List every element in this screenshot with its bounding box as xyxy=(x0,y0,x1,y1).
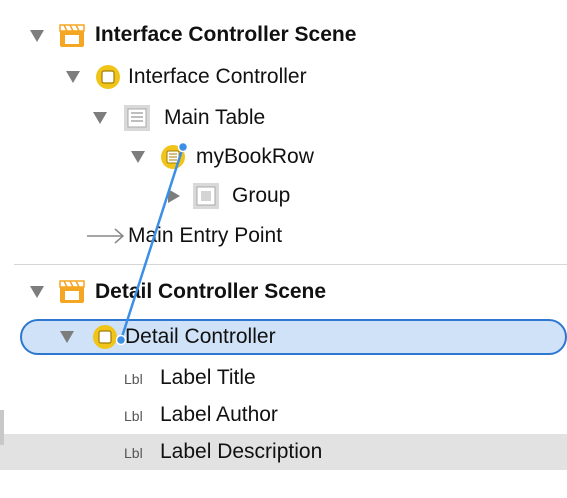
segue-end-dot[interactable] xyxy=(115,334,127,346)
segue-connection xyxy=(115,141,189,346)
document-outline: Interface Controller Scene Interface Con… xyxy=(0,0,567,498)
segue-line xyxy=(119,146,185,341)
segue-start-dot[interactable] xyxy=(177,141,189,153)
